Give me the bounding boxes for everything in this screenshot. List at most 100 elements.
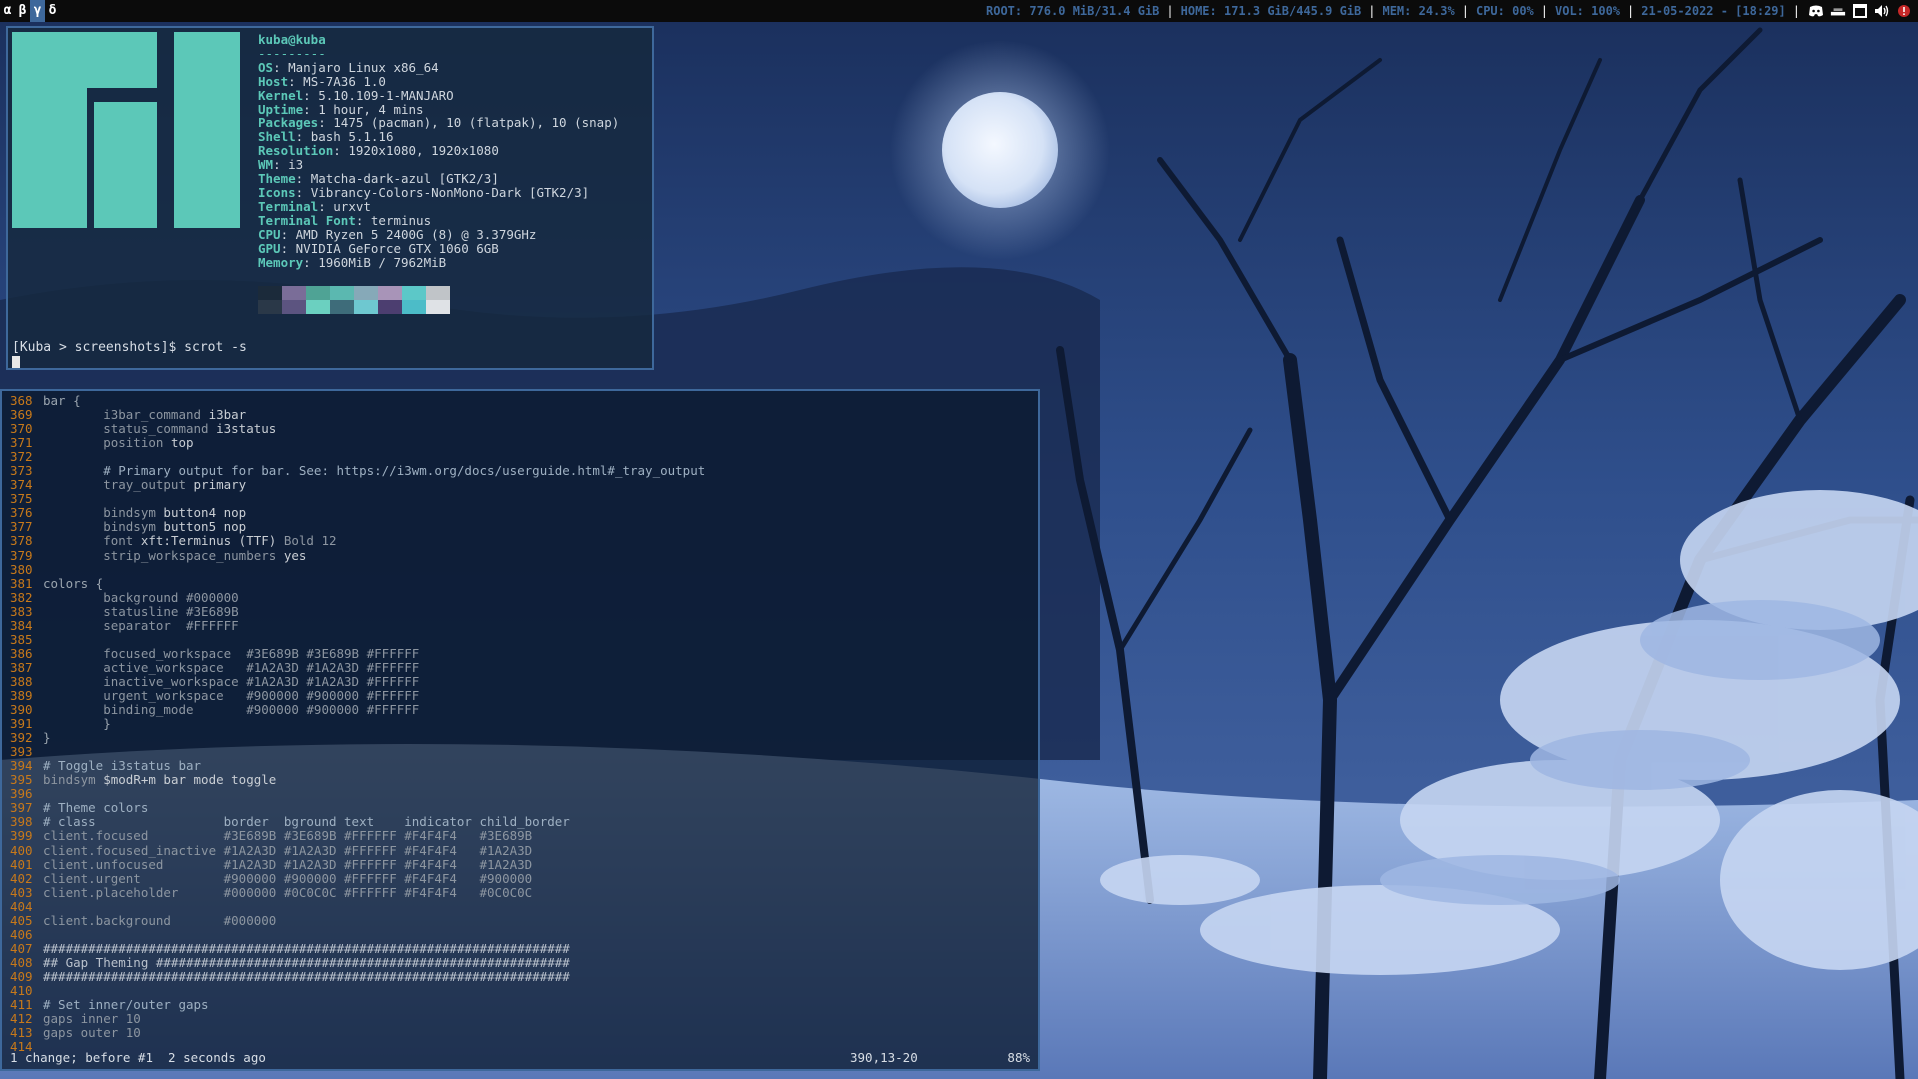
discord-icon[interactable] bbox=[1808, 3, 1824, 19]
vim-line[interactable]: 391 } bbox=[10, 717, 705, 731]
vim-line[interactable]: 404 bbox=[10, 899, 705, 914]
vim-line[interactable]: 397 # Theme colors bbox=[10, 801, 705, 815]
vim-line[interactable]: 378 font xft:Terminus (TTF) Bold 12 bbox=[10, 534, 705, 548]
code-text: #3E689B #3E689B #FFFFFF #F4F4F4 #3E689B bbox=[223, 828, 533, 844]
code-text: #1A2A3D #1A2A3D #FFFFFF bbox=[246, 659, 420, 675]
workspace-delta[interactable]: δ bbox=[45, 0, 60, 22]
line-number: 369 bbox=[10, 407, 33, 423]
info-colon: : bbox=[303, 87, 319, 103]
vim-line[interactable]: 390 binding_mode #900000 #900000 #FFFFFF bbox=[10, 702, 705, 717]
code-text: background bbox=[43, 589, 186, 605]
vim-line[interactable]: 373 # Primary output for bar. See: https… bbox=[10, 464, 705, 478]
vim-line[interactable]: 392} bbox=[10, 731, 705, 745]
vim-line[interactable]: 412 gaps inner 10 bbox=[10, 1012, 705, 1026]
vim-line[interactable]: 383 statusline #3E689B bbox=[10, 604, 705, 619]
code-text: client.unfocused bbox=[43, 856, 224, 872]
vim-line[interactable]: 382 background #000000 bbox=[10, 589, 705, 605]
status-line: ROOT: 776.0 MiB/31.4 GiB | HOME: 171.3 G… bbox=[979, 0, 1918, 22]
workspace-beta[interactable]: β bbox=[15, 0, 30, 22]
vim-line[interactable]: 379 strip_workspace_numbers yes bbox=[10, 547, 705, 563]
vim-line[interactable]: 376 bindsym button4 nop bbox=[10, 506, 705, 520]
code-text: i3bar_command bbox=[43, 407, 209, 423]
code-text: tray_output bbox=[43, 477, 194, 493]
vim-line[interactable]: 369 i3bar_command i3bar bbox=[10, 407, 705, 423]
home-disk-status: HOME: 171.3 GiB/445.9 GiB bbox=[1180, 4, 1362, 18]
volume-icon[interactable] bbox=[1874, 3, 1890, 19]
palette-swatch bbox=[354, 286, 378, 300]
vim-line[interactable]: 405 client.background #000000 bbox=[10, 913, 705, 928]
notification-icon[interactable] bbox=[1896, 3, 1912, 19]
code-text: yes bbox=[283, 547, 307, 563]
neofetch-terminal-window[interactable]: kuba@kuba --------- OS: Manjaro Linux x8… bbox=[6, 26, 654, 370]
vim-line[interactable]: 384 separator #FFFFFF bbox=[10, 617, 705, 633]
vim-line[interactable]: 393 bbox=[10, 745, 705, 759]
vim-line[interactable]: 386 focused_workspace #3E689B #3E689B #F… bbox=[10, 646, 705, 661]
vim-line[interactable]: 381 colors { bbox=[10, 576, 705, 591]
code-text: } bbox=[43, 716, 111, 732]
code-text: i3status bbox=[216, 421, 277, 437]
vim-line[interactable]: 403 client.placeholder #000000 #0C0C0C #F… bbox=[10, 885, 705, 900]
vim-terminal-window[interactable]: 368 bar {369 i3bar_command i3bar 370 statu… bbox=[0, 389, 1040, 1071]
palette-swatch bbox=[378, 300, 402, 314]
info-value: terminus bbox=[370, 212, 432, 228]
vim-line[interactable]: 395 bindsym $modR+m bar mode toggle bbox=[10, 773, 705, 787]
info-value: 1920x1080, 1920x1080 bbox=[348, 143, 499, 159]
vim-line[interactable]: 398 # class border bground text indicator… bbox=[10, 815, 705, 829]
vim-line[interactable]: 409 #####################################… bbox=[10, 969, 705, 984]
vim-buffer[interactable]: 368 bar {369 i3bar_command i3bar 370 statu… bbox=[10, 393, 705, 1054]
code-text: bindsym bbox=[43, 519, 164, 535]
vim-line[interactable]: 406 bbox=[10, 927, 705, 942]
line-number: 398 bbox=[10, 814, 33, 830]
info-cpu: CPU: AMD Ryzen 5 2400G (8) @ 3.379GHz bbox=[258, 226, 619, 242]
code-text: } bbox=[43, 730, 51, 746]
code-text: #1A2A3D #1A2A3D #FFFFFF bbox=[246, 673, 420, 689]
vim-line[interactable]: 407 #####################################… bbox=[10, 941, 705, 956]
code-text: #1A2A3D #1A2A3D #FFFFFF #F4F4F4 #1A2A3D bbox=[223, 856, 533, 872]
workspace-alpha[interactable]: α bbox=[0, 0, 15, 22]
code-text: client.urgent bbox=[43, 870, 224, 886]
palette-swatch bbox=[258, 300, 282, 314]
vim-line[interactable]: 368 bar { bbox=[10, 393, 705, 408]
vim-line[interactable]: 389 urgent_workspace #900000 #900000 #FF… bbox=[10, 688, 705, 703]
vim-line[interactable]: 402 client.urgent #900000 #900000 #FFFFFF… bbox=[10, 870, 705, 886]
vim-line[interactable]: 370 status_command i3status bbox=[10, 422, 705, 436]
vim-line[interactable]: 377 bindsym button5 nop bbox=[10, 520, 705, 534]
info-host: Host: MS-7A36 1.0 bbox=[258, 73, 619, 89]
system-tray bbox=[1800, 3, 1918, 19]
info-colon: : bbox=[295, 184, 311, 200]
vim-line[interactable]: 394 # Toggle i3status bar bbox=[10, 759, 705, 773]
palette-swatch bbox=[306, 300, 330, 314]
vim-line[interactable]: 408 ## Gap Theming ######################… bbox=[10, 955, 705, 970]
line-number: 411 bbox=[10, 997, 33, 1013]
vim-line[interactable]: 401 client.unfocused #1A2A3D #1A2A3D #FFF… bbox=[10, 856, 705, 872]
vim-line[interactable]: 388 inactive_workspace #1A2A3D #1A2A3D #… bbox=[10, 673, 705, 689]
line-number: 384 bbox=[10, 617, 33, 633]
vim-line[interactable]: 399 client.focused #3E689B #3E689B #FFFFF… bbox=[10, 829, 705, 843]
vim-line[interactable]: 380 bbox=[10, 562, 705, 577]
info-colon: : bbox=[303, 101, 319, 117]
network-icon[interactable] bbox=[1830, 3, 1846, 19]
vim-line[interactable]: 371 position top bbox=[10, 436, 705, 450]
vim-line[interactable]: 374 tray_output primary bbox=[10, 478, 705, 492]
code-text: client.focused bbox=[43, 828, 224, 844]
memory-status: MEM: 24.3% bbox=[1382, 4, 1455, 18]
vim-line[interactable]: 410 bbox=[10, 983, 705, 998]
info-key: Host bbox=[258, 73, 289, 89]
info-key: Packages bbox=[258, 115, 319, 131]
vim-line[interactable]: 400 client.focused_inactive #1A2A3D #1A2A… bbox=[10, 843, 705, 858]
shell-prompt[interactable]: [Kuba > screenshots]$ scrot -s bbox=[12, 340, 247, 355]
workspace-gamma[interactable]: γ bbox=[30, 0, 45, 22]
vim-line[interactable]: 396 bbox=[10, 787, 705, 801]
vim-line[interactable]: 372 bbox=[10, 450, 705, 464]
info-colon: : bbox=[318, 198, 334, 214]
vim-line[interactable]: 385 bbox=[10, 632, 705, 647]
vim-line[interactable]: 387 active_workspace #1A2A3D #1A2A3D #FF… bbox=[10, 659, 705, 675]
vim-line[interactable]: 413 gaps outer 10 bbox=[10, 1026, 705, 1040]
palette-swatch bbox=[378, 286, 402, 300]
info-value: AMD Ryzen 5 2400G (8) @ 3.379GHz bbox=[295, 226, 537, 242]
vim-line[interactable]: 375 bbox=[10, 492, 705, 506]
window-icon[interactable] bbox=[1852, 3, 1868, 19]
info-key: Terminal Font bbox=[258, 212, 356, 228]
code-text: position bbox=[43, 435, 171, 451]
vim-line[interactable]: 411 # Set inner/outer gaps bbox=[10, 997, 705, 1013]
